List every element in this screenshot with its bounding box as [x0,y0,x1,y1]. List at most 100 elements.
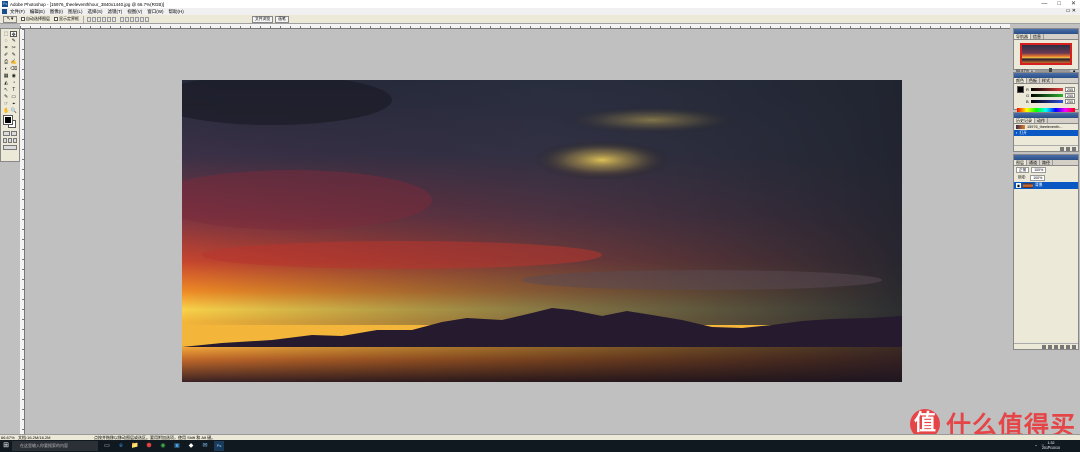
distribute-middle-icon[interactable] [125,16,129,22]
path-selection-tool[interactable]: ↖ [3,87,9,93]
align-middle-icon[interactable] [92,16,96,22]
auto-select-option[interactable]: 自动选择图层 [21,16,50,22]
layer-background[interactable]: ◉ 背景 [1014,182,1078,189]
document-icon[interactable] [2,9,7,14]
fill-field[interactable]: 100% [1030,175,1046,181]
red-value-field[interactable]: 255 [1065,86,1075,92]
delete-layer-icon[interactable] [1072,344,1076,349]
mail-icon[interactable]: ✉ [200,441,210,451]
palette-well-brushes[interactable]: 画笔 [275,16,289,23]
full-screen-icon[interactable] [13,138,17,143]
pen-tool[interactable]: ✎ [3,94,9,100]
show-bounds-checkbox[interactable] [54,17,58,21]
green-slider[interactable] [1031,93,1063,97]
lasso-tool[interactable]: ◌ [3,38,9,44]
auto-select-checkbox[interactable] [21,17,25,21]
green-value-field[interactable]: 255 [1065,92,1075,98]
menu-image[interactable]: 图像(I) [50,9,63,15]
app-red-icon[interactable]: ⬢ [144,441,154,451]
align-bottom-icon[interactable] [97,16,101,22]
eraser-alt-tool[interactable]: ⌫ [10,66,17,72]
maximize-button[interactable]: □ [1057,0,1061,8]
move-tool[interactable]: ✥ [10,31,18,38]
blur-tool[interactable]: ◉ [10,73,17,79]
visibility-eye-icon[interactable]: ◉ [1016,183,1021,188]
layer-style-icon[interactable] [1042,344,1046,349]
tab-actions[interactable]: 动作 [1035,118,1048,123]
foreground-color-swatch[interactable] [3,115,13,125]
tab-history[interactable]: 历史记录 [1014,118,1035,123]
red-slider[interactable] [1030,87,1063,91]
document-image[interactable] [182,80,902,382]
distribute-right-icon[interactable] [145,16,149,22]
chrome-icon[interactable]: ◉ [158,441,168,451]
app-white-icon[interactable]: ◆ [186,441,196,451]
marquee-tool[interactable]: ⬚ [3,31,9,37]
tool-preset-picker[interactable]: ↖▾ [3,15,17,23]
blend-mode-select[interactable]: 正常 [1016,167,1030,173]
tab-channels[interactable]: 通道 [1027,160,1040,165]
align-left-icon[interactable] [102,16,106,22]
tab-navigator[interactable]: 导航器 [1014,34,1031,39]
taskbar-search[interactable]: 在这里输入你要搜索的内容 [12,441,98,451]
adjustment-layer-icon[interactable] [1060,344,1064,349]
eyedropper-tool[interactable]: ⌖ [10,101,17,107]
palette-well-file-browser[interactable]: 文件浏览 [252,16,274,23]
full-screen-menu-icon[interactable] [8,138,12,143]
standard-screen-icon[interactable] [3,138,7,143]
tab-layers[interactable]: 图层 [1014,160,1027,165]
menu-filter[interactable]: 滤镜(T) [108,9,123,15]
dodge-tool[interactable]: ◭ [3,80,9,86]
zoom-tool[interactable]: 🔍 [10,108,17,114]
tray-up-icon[interactable]: ⌃ [1034,444,1037,449]
edge-browser-icon[interactable]: e [116,441,126,451]
document-restore-icon[interactable]: ▭ ✕ [1066,8,1076,15]
menu-help[interactable]: 帮助(H) [169,9,184,15]
distribute-left-icon[interactable] [135,16,139,22]
brush-tool[interactable]: ✎ [10,52,17,58]
tab-paths[interactable]: 路径 [1040,160,1053,165]
close-button[interactable]: ✕ [1071,0,1076,8]
type-tool[interactable]: T [10,87,17,93]
menu-select[interactable]: 选择(S) [88,9,103,15]
start-button[interactable]: ⊞ [0,440,12,452]
history-brush-tool[interactable]: ✍ [10,59,17,65]
opacity-field[interactable]: 100% [1031,167,1047,173]
align-top-icon[interactable] [87,16,91,22]
show-bounds-option[interactable]: 显示定界框 [54,16,79,22]
hand-tool[interactable]: ✋ [3,108,9,114]
distribute-center-icon[interactable] [140,16,144,22]
menu-edit[interactable]: 编辑(E) [30,9,45,15]
notes-tool[interactable]: ☞ [3,101,9,107]
minimize-button[interactable]: — [1041,0,1047,8]
menu-file[interactable]: 文件(F) [10,9,25,15]
current-color-swatch[interactable] [1017,86,1024,93]
delete-icon[interactable] [1072,146,1076,151]
quick-mask-mode-icon[interactable] [10,131,17,136]
distribute-top-icon[interactable] [120,16,124,22]
magic-wand-tool[interactable]: ✎ [10,38,17,44]
shape-tool[interactable]: ▭ [10,94,17,100]
photoshop-taskbar-icon[interactable]: Ps [214,441,224,451]
distribute-bottom-icon[interactable] [130,16,134,22]
history-item-open[interactable]: ▪ 打开 [1014,130,1078,136]
task-view-icon[interactable]: ▭ [102,441,112,451]
taskbar-clock[interactable]: 1:32 2017/10/10 [1042,441,1060,451]
align-center-icon[interactable] [107,16,111,22]
healing-brush-tool[interactable]: ✐ [3,52,9,58]
menu-view[interactable]: 视图(V) [127,9,142,15]
tab-styles[interactable]: 样式 [1040,78,1053,83]
tab-info[interactable]: 信息 [1031,34,1044,39]
file-explorer-icon[interactable]: 📁 [130,441,140,451]
new-set-icon[interactable] [1054,344,1058,349]
align-right-icon[interactable] [112,16,116,22]
new-snapshot-icon[interactable] [1066,146,1070,151]
crop-tool[interactable]: ⌗ [3,45,9,51]
blue-value-field[interactable]: 255 [1065,98,1075,104]
slice-tool[interactable]: ✂ [10,45,17,51]
navigator-thumbnail[interactable] [1020,43,1072,65]
standard-mode-icon[interactable] [3,131,10,136]
new-layer-icon[interactable] [1066,344,1070,349]
burn-tool[interactable]: ◔ [10,80,17,86]
app-blue-icon[interactable]: ▣ [172,441,182,451]
